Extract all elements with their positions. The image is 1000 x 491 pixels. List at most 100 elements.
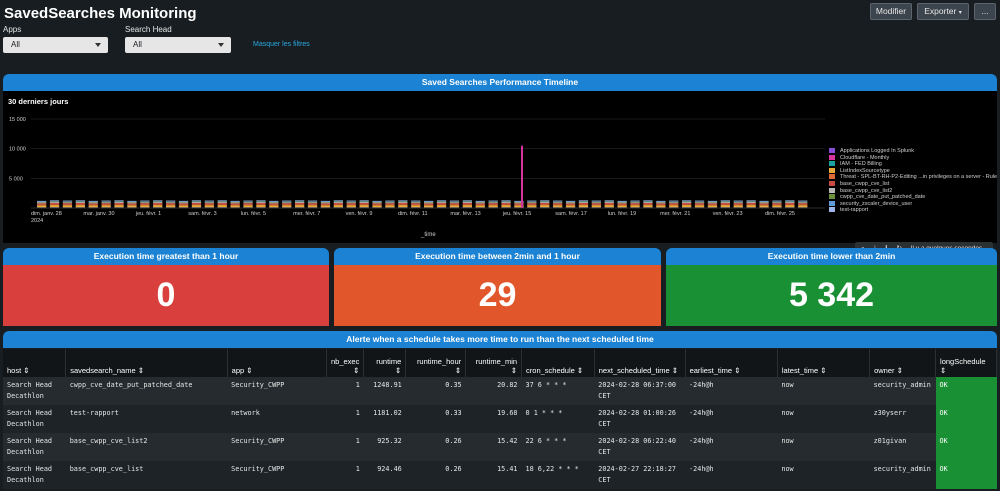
hide-filters-link[interactable]: Masquer les filtres [253, 41, 310, 48]
column-header-host[interactable]: host ⇕ [3, 349, 67, 377]
cell-earliest-time: -24h@h [685, 377, 778, 405]
bar-segment [243, 200, 253, 202]
column-header-next-scheduled-time[interactable]: next_scheduled_time ⇕ [594, 349, 686, 377]
legend-item[interactable]: Threat - SPL-BT-RH-P2-Editing ...in priv… [829, 174, 997, 181]
dashboard-title: SavedSearches Monitoring [4, 5, 197, 22]
export-button[interactable]: Exporter ▾ [917, 3, 969, 20]
bar-segment [127, 205, 137, 208]
legend-label: Threat - SPL-BT-RH-P2-Editing ...in priv… [840, 174, 998, 181]
column-header-owner[interactable]: owner ⇕ [869, 349, 937, 377]
x-tick-label: jeu. févr. 15 [502, 211, 531, 217]
edit-button[interactable]: Modifier [870, 3, 912, 20]
bar-segment [578, 202, 589, 203]
bar-segment [398, 200, 408, 201]
legend-item[interactable]: test-rapport [829, 207, 997, 214]
bar-segment [88, 202, 98, 204]
bar-segment [411, 201, 421, 203]
bar-segment [333, 201, 343, 203]
bar-segment [630, 203, 640, 205]
bar-segment [295, 202, 305, 203]
more-button[interactable]: ... [974, 3, 996, 20]
apps-select[interactable]: All [3, 37, 108, 53]
column-header-savedsearch-name[interactable]: savedsearch_name ⇕ [65, 349, 228, 377]
bar-segment [785, 200, 795, 201]
bar-segment [630, 201, 640, 203]
bar-segment [191, 202, 202, 205]
bar-segment [669, 201, 679, 203]
bar-segment [746, 202, 756, 205]
bar-segment [359, 204, 369, 206]
bar-segment [707, 201, 718, 203]
x-tick-label: lun. févr. 19 [608, 211, 636, 217]
bar-segment [346, 203, 356, 205]
bar-segment [333, 200, 343, 202]
bar-segment [243, 205, 253, 208]
legend-item[interactable]: IAM - FED Billing [829, 161, 997, 168]
bar-segment [140, 200, 150, 202]
bar-segment [37, 201, 47, 203]
bar-segment [591, 203, 601, 205]
column-header-runtime-hour[interactable]: runtime_hour ⇕ [405, 349, 467, 377]
apps-select-value: All [11, 40, 20, 49]
bar-segment [346, 202, 356, 204]
bar-segment [230, 203, 240, 205]
bar-segment [604, 202, 614, 203]
stat-title: Execution time lower than 2min [666, 248, 997, 265]
cell-latest-time: now [777, 461, 870, 489]
bar-segment [565, 201, 576, 203]
cell-longSchedule: OK [935, 405, 997, 433]
bar-segment [49, 202, 60, 203]
table-row[interactable]: Search Head Decathlon test-rapport network… [3, 405, 997, 433]
cell-runtime-hour: 0.35 [405, 377, 466, 405]
legend-label: base_cwpp_cve_list2 [840, 187, 893, 194]
bar-segment [333, 205, 343, 208]
bar-segment [798, 200, 808, 202]
bar-segment [424, 201, 434, 203]
bar-segment [359, 200, 369, 201]
bar-segment [307, 201, 318, 203]
bar-segment [682, 204, 692, 206]
table-row[interactable]: Search Head Decathlon base_cwpp_cve_list2… [3, 433, 997, 461]
legend-item[interactable]: cwpp_cve_date_put_patched_date [829, 194, 997, 201]
bar-segment [540, 200, 550, 202]
cell-runtime: 1181.02 [363, 405, 406, 433]
legend-label: test-rapport [840, 207, 869, 214]
legend-item[interactable]: ListIndexSourcetype [829, 168, 997, 175]
bar-segment [411, 205, 421, 208]
legend-item[interactable]: base_cwpp_cve_list [829, 181, 997, 188]
column-header-runtime[interactable]: runtime ⇕ [363, 349, 407, 377]
bar-segment [75, 200, 85, 202]
bar-segment [759, 203, 769, 205]
bar-segment [153, 202, 163, 203]
column-header-nb-exec[interactable]: nb_exec ⇕ [326, 349, 365, 377]
bar-segment [320, 202, 331, 204]
column-header-long-schedule[interactable]: longSchedule ⇕ [935, 349, 997, 377]
bar-segment [372, 200, 382, 202]
column-header-app[interactable]: app ⇕ [227, 349, 328, 377]
bar-segment [191, 200, 202, 202]
bar-segment [682, 205, 692, 208]
search-head-filter-label: Search Head [125, 25, 172, 34]
bar-segment [578, 200, 589, 201]
table-row[interactable]: Search Head Decathlon base_cwpp_cve_list S… [3, 461, 997, 489]
stat-panel-under-2min: Execution time lower than 2min 5 342 [666, 248, 997, 326]
column-header-latest-time[interactable]: latest_time ⇕ [777, 349, 871, 377]
bar-segment [320, 203, 331, 205]
bar-segment [501, 200, 511, 201]
legend-item[interactable]: base_cwpp_cve_list2 [829, 188, 997, 195]
column-header-runtime-min[interactable]: runtime_min ⇕ [465, 349, 523, 377]
bar-segment [656, 204, 666, 206]
legend-item[interactable]: security_zscaler_device_user [829, 201, 997, 208]
bar-segment [372, 203, 382, 205]
table-row[interactable]: Search Head Decathlon cwpp_cve_date_put_p… [3, 377, 997, 405]
bar-segment [256, 202, 266, 203]
search-head-select[interactable]: All [125, 37, 231, 53]
column-header-cron-schedule[interactable]: cron_schedule ⇕ [521, 349, 595, 377]
bar-segment [282, 201, 292, 202]
column-header-earliest-time[interactable]: earliest_time ⇕ [685, 349, 778, 377]
cell-savedsearch-name: test-rapport [65, 405, 228, 433]
legend-item[interactable]: Applications Logged In Splunk [829, 148, 997, 155]
dashboard-header: SavedSearches Monitoring Modifier Export… [0, 0, 1000, 70]
bar-segment [604, 200, 614, 201]
legend-item[interactable]: Cloudflare - Monthly [829, 155, 997, 162]
